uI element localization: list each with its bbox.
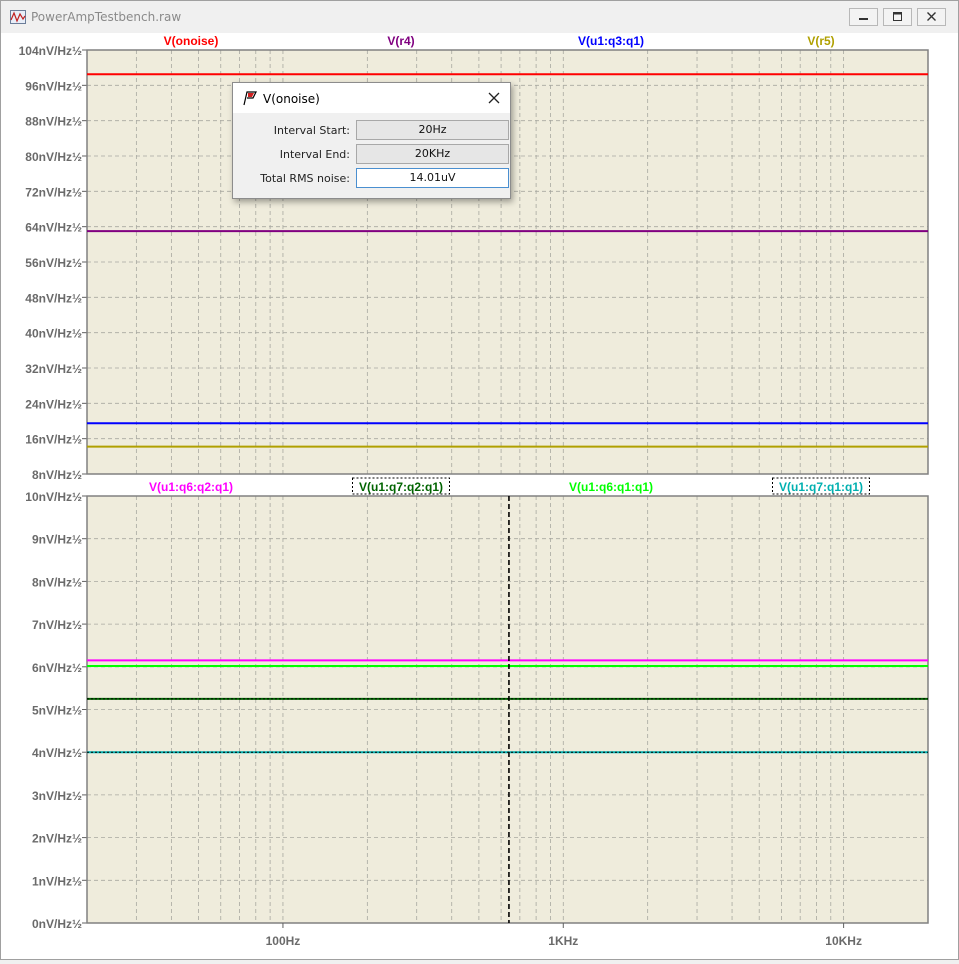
title-bar[interactable]: PowerAmpTestbench.raw — [1, 1, 958, 33]
interval-start-label: Interval Start: — [273, 124, 350, 137]
bottom-y-tick-label: 4nV/Hz½ — [32, 746, 82, 760]
dialog-title: V(onoise) — [263, 92, 320, 106]
minimize-button[interactable] — [849, 8, 878, 26]
interval-start-field[interactable]: 20Hz — [356, 120, 509, 140]
waveform-app-icon — [10, 10, 26, 24]
bottom-y-tick-label: 7nV/Hz½ — [32, 618, 82, 632]
waveform-window: PowerAmpTestbench.raw 104nV/Hz½ 96nV/Hz½ 8… — [0, 0, 959, 960]
top-y-tick-label: 96nV/Hz½ — [25, 79, 82, 93]
noise-dialog: V(onoise) Interval Start: 20Hz Interval … — [232, 82, 511, 199]
bottom-pane: 10nV/Hz½ 9nV/Hz½ 8nV/Hz½ 7nV/Hz½ 6nV/Hz½ 5nV/… — [25, 480, 929, 931]
top-y-tick-label: 16nV/Hz½ — [25, 433, 82, 447]
dialog-title-bar[interactable]: V(onoise) — [233, 83, 510, 113]
trace-label-V(u1:q6:q2:q1): V(u1:q6:q2:q1) — [149, 480, 233, 494]
bottom-y-tick-label: 2nV/Hz½ — [32, 832, 82, 846]
top-y-tick-label: 80nV/Hz½ — [25, 150, 82, 164]
total-rms-noise-label: Total RMS noise: — [260, 172, 350, 185]
bottom-y-tick-label: 9nV/Hz½ — [32, 533, 82, 547]
top-y-tick-label: 40nV/Hz½ — [25, 327, 82, 341]
top-y-tick-label: 8nV/Hz½ — [32, 468, 82, 482]
close-icon — [927, 12, 936, 21]
top-y-tick-label: 64nV/Hz½ — [25, 221, 82, 235]
x-tick-label: 10KHz — [825, 934, 862, 948]
top-y-tick-label: 72nV/Hz½ — [25, 185, 82, 199]
dialog-close-icon[interactable] — [485, 89, 503, 107]
x-tick-label: 100Hz — [266, 934, 301, 948]
interval-end-field[interactable]: 20KHz — [356, 144, 509, 164]
maximize-icon — [893, 12, 902, 21]
bottom-y-tick-label: 5nV/Hz½ — [32, 704, 82, 718]
top-y-tick-label: 24nV/Hz½ — [25, 397, 82, 411]
trace-label-V(u1:q7:q2:q1): V(u1:q7:q2:q1) — [359, 480, 443, 494]
top-y-tick-label: 48nV/Hz½ — [25, 291, 82, 305]
trace-label-V(u1:q7:q1:q1): V(u1:q7:q1:q1) — [779, 480, 863, 494]
bottom-y-tick-label: 10nV/Hz½ — [25, 490, 82, 504]
maximize-button[interactable] — [883, 8, 912, 26]
cursor-probe-icon — [243, 91, 257, 106]
trace-label-V(u1:q6:q1:q1): V(u1:q6:q1:q1) — [569, 480, 653, 494]
window-title: PowerAmpTestbench.raw — [31, 10, 182, 24]
top-y-tick-label: 56nV/Hz½ — [25, 256, 82, 270]
trace-label-V(u1:q3:q1): V(u1:q3:q1) — [578, 34, 644, 48]
trace-label-V(r5): V(r5) — [807, 34, 834, 48]
x-tick-label: 1KHz — [548, 934, 578, 948]
bottom-y-tick-label: 3nV/Hz½ — [32, 789, 82, 803]
top-y-tick-label: 32nV/Hz½ — [25, 362, 82, 376]
minimize-icon — [859, 18, 868, 20]
trace-label-V(onoise): V(onoise) — [164, 34, 219, 48]
top-y-tick-label: 104nV/Hz½ — [19, 44, 82, 58]
interval-end-label: Interval End: — [279, 148, 350, 161]
trace-label-V(r4): V(r4) — [387, 34, 414, 48]
bottom-y-tick-label: 0nV/Hz½ — [32, 917, 82, 931]
top-y-tick-label: 88nV/Hz½ — [25, 115, 82, 129]
total-rms-noise-field[interactable]: 14.01uV — [356, 168, 509, 188]
close-button[interactable] — [917, 8, 946, 26]
bottom-y-tick-label: 8nV/Hz½ — [32, 575, 82, 589]
bottom-y-tick-label: 1nV/Hz½ — [32, 874, 82, 888]
bottom-y-tick-label: 6nV/Hz½ — [32, 661, 82, 675]
